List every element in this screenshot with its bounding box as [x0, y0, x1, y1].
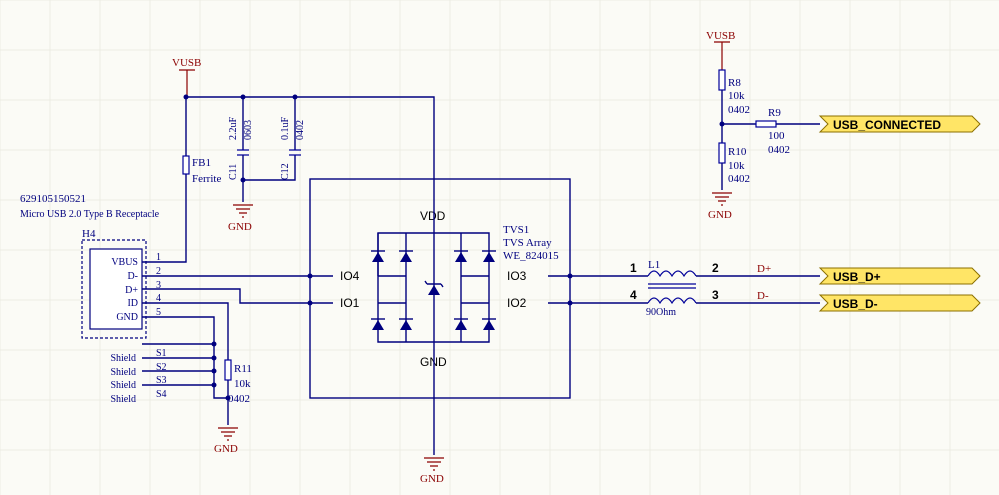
- sheet-grid: [0, 0, 999, 495]
- ferrite-value: Ferrite: [192, 173, 221, 185]
- gnd-symbol-tvs: GND: [420, 398, 444, 485]
- gnd-symbol-connector: GND: [214, 427, 238, 455]
- r11-package: 0402: [228, 393, 250, 405]
- r11-body: [224, 359, 232, 381]
- c11-package: 0603: [243, 120, 254, 140]
- r9-value: 100: [768, 130, 785, 142]
- vusb-left-symbol: VUSB: [172, 57, 201, 97]
- r11-designator: R11: [234, 363, 252, 375]
- choke-winding-top: [647, 270, 697, 278]
- r8-designator: R8: [728, 77, 741, 89]
- r8-body: [718, 69, 726, 91]
- r9-body: [755, 120, 777, 128]
- shield-pin-label-2: Shield: [110, 367, 136, 378]
- port-usb-connected[interactable]: USB_CONNECTED: [818, 115, 981, 133]
- r8-package: 0402: [728, 104, 750, 116]
- shield-pin-number-4: S4: [156, 389, 167, 400]
- choke-designator: L1: [648, 259, 660, 271]
- ferrite-body: [182, 155, 190, 175]
- port-usb-dminus[interactable]: USB_D-: [818, 294, 981, 312]
- c12-value: 0.1uF: [280, 117, 291, 141]
- choke-pin-3: 3: [712, 288, 719, 302]
- choke-pin-2: 2: [712, 261, 719, 275]
- port-usb-dplus[interactable]: USB_D+: [818, 267, 981, 285]
- tvs-value: TVS Array: [503, 237, 552, 249]
- capacitor-c12[interactable]: 0.1uF 0402 C12: [280, 97, 306, 180]
- vusb-left-label: VUSB: [172, 57, 201, 69]
- r8-value: 10k: [728, 90, 745, 102]
- choke-l1[interactable]: 1 4 2 3 L1 90Ohm D+ D-: [570, 259, 820, 318]
- r10-designator: R10: [728, 146, 747, 158]
- tvs-pin-io1: IO1: [340, 296, 360, 310]
- r9-designator: R9: [768, 107, 781, 119]
- port-usb-connected-label: USB_CONNECTED: [833, 118, 941, 132]
- r9-package: 0402: [768, 144, 790, 156]
- connector-description: Micro USB 2.0 Type B Receptacle: [20, 209, 160, 220]
- connector-pin-vbus: VBUS: [111, 257, 138, 268]
- choke-value: 90Ohm: [646, 307, 676, 318]
- vusb-bus-wire: [186, 96, 435, 179]
- gnd-symbol-caps: GND: [228, 204, 253, 233]
- gnd-connector-label: GND: [214, 443, 238, 455]
- connector-h4[interactable]: 629105150521 Micro USB 2.0 Type B Recept…: [20, 193, 167, 405]
- tvs-pin-io3: IO3: [507, 269, 527, 283]
- connector-pin-id: ID: [127, 298, 138, 309]
- gnd-divider-label: GND: [708, 209, 732, 221]
- tvs-array-tvs1[interactable]: VDD GND IO4 IO1 IO3 IO2 TVS1 TVS Array W…: [307, 178, 573, 399]
- shield-pin-label-3: Shield: [110, 380, 136, 391]
- port-usb-dminus-label: USB_D-: [833, 297, 878, 311]
- r10-package: 0402: [728, 173, 750, 185]
- schematic-canvas: 629105150521 Micro USB 2.0 Type B Recept…: [0, 0, 999, 495]
- choke-pin-1: 1: [630, 261, 637, 275]
- r10-body: [718, 142, 726, 164]
- port-usb-dplus-label: USB_D+: [833, 270, 881, 284]
- connector-part-number: 629105150521: [20, 193, 86, 205]
- tvs-part: WE_824015: [503, 250, 559, 262]
- net-dminus-label: D-: [757, 290, 769, 302]
- gnd-symbol-divider: GND: [708, 192, 732, 221]
- connector-pin-gnd: GND: [116, 312, 138, 323]
- resistor-r8[interactable]: R8 10k 0402: [718, 69, 750, 116]
- gnd-tvs-label: GND: [420, 473, 444, 485]
- gnd-caps-label: GND: [228, 221, 252, 233]
- tvs-pin-vdd: VDD: [420, 209, 446, 223]
- connector-pin-dplus: D+: [125, 285, 138, 296]
- tvs-pin-io4: IO4: [340, 269, 360, 283]
- net-dplus-label: D+: [757, 263, 771, 275]
- vusb-right-label: VUSB: [706, 30, 735, 42]
- ferrite-fb1[interactable]: FB1 Ferrite: [182, 155, 221, 185]
- ferrite-designator: FB1: [192, 157, 211, 169]
- r11-value: 10k: [234, 378, 251, 390]
- tvs-designator: TVS1: [503, 224, 529, 236]
- r10-value: 10k: [728, 160, 745, 172]
- connector-pin-dminus: D-: [127, 271, 138, 282]
- connector-designator: H4: [82, 228, 96, 240]
- shield-pin-label-1: Shield: [110, 353, 136, 364]
- choke-core: [648, 283, 696, 289]
- c11-value: 2.2uF: [228, 117, 239, 141]
- c12-designator: C12: [280, 163, 291, 180]
- tvs-pin-io2: IO2: [507, 296, 527, 310]
- choke-pin-4: 4: [630, 288, 637, 302]
- shield-pin-label-4: Shield: [110, 394, 136, 405]
- c11-designator: C11: [228, 164, 239, 180]
- c12-package: 0402: [295, 120, 306, 140]
- resistor-r10[interactable]: R10 10k 0402: [718, 142, 750, 185]
